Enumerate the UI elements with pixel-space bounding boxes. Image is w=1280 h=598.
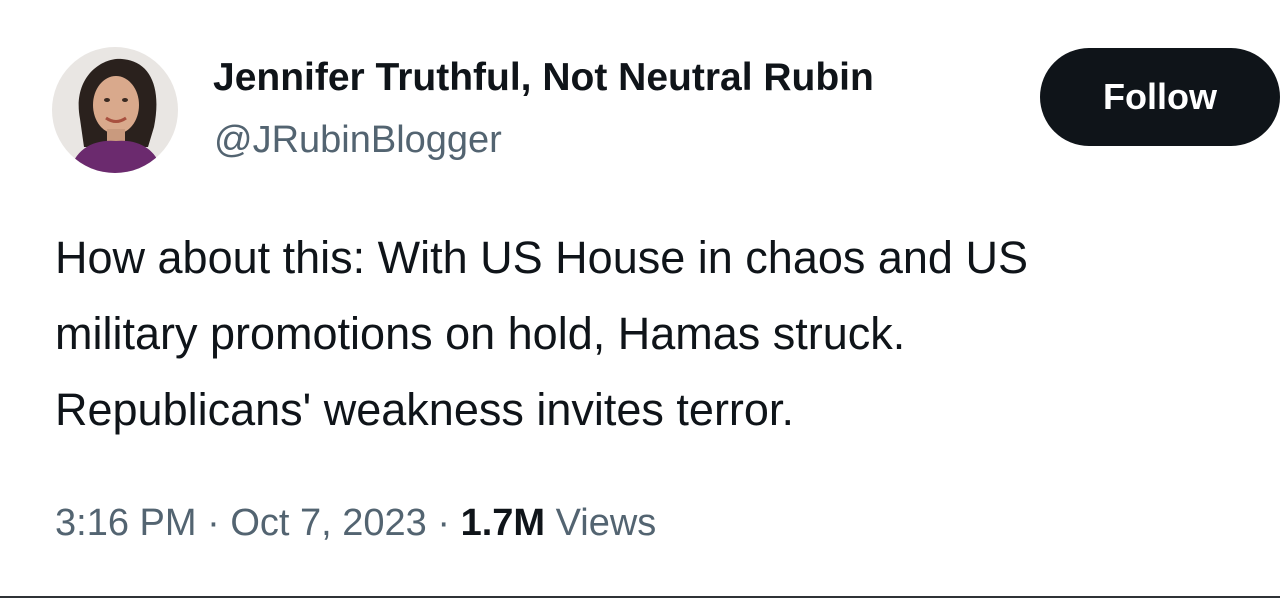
tweet-text-line: How about this: With US House in chaos a…	[55, 232, 1028, 283]
avatar-image	[52, 47, 178, 173]
follow-button[interactable]: Follow	[1040, 48, 1280, 146]
views-label: Views	[545, 502, 657, 544]
tweet-date[interactable]: Oct 7, 2023	[230, 502, 426, 544]
tweet-text: How about this: With US House in chaos a…	[55, 220, 1255, 448]
meta-separator: ·	[196, 502, 231, 544]
tweet-text-line: Republicans' weakness invites terror.	[55, 384, 794, 435]
views-count[interactable]: 1.7M	[461, 502, 545, 544]
author-handle[interactable]: @JRubinBlogger	[214, 117, 502, 163]
avatar[interactable]	[52, 47, 178, 173]
tweet-time[interactable]: 3:16 PM	[55, 502, 197, 544]
tweet-meta: 3:16 PM · Oct 7, 2023 · 1.7M Views	[55, 496, 656, 550]
tweet-text-line: military promotions on hold, Hamas struc…	[55, 308, 906, 359]
tweet-card: Jennifer Truthful, Not Neutral Rubin @JR…	[0, 0, 1280, 598]
author-display-name[interactable]: Jennifer Truthful, Not Neutral Rubin	[213, 54, 874, 102]
meta-separator: ·	[426, 502, 461, 544]
